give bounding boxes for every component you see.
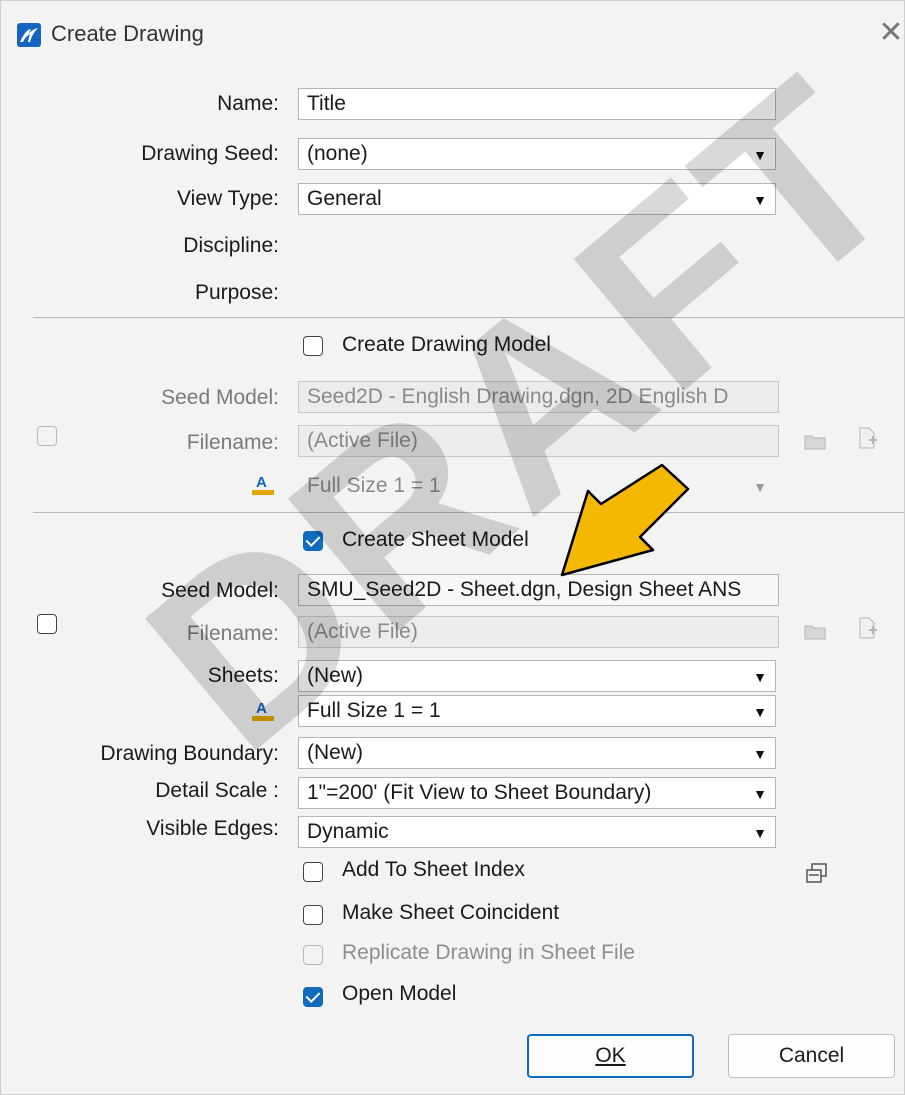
sheet-seed-model-field[interactable]: SMU_Seed2D - Sheet.dgn, Design Sheet ANS	[298, 574, 779, 606]
drawing-scale-value: Full Size 1 = 1	[307, 474, 441, 497]
new-file-icon[interactable]	[854, 615, 880, 641]
section-separator	[33, 317, 904, 318]
chevron-down-icon: ▼	[753, 825, 767, 841]
replicate-drawing-label: Replicate Drawing in Sheet File	[342, 941, 635, 964]
drawing-scale-dropdown[interactable]: Full Size 1 = 1 ▼	[298, 470, 776, 502]
drawing-seed-label: Drawing Seed:	[141, 142, 279, 165]
folder-icon[interactable]	[802, 618, 828, 644]
open-model-label: Open Model	[342, 982, 457, 1005]
drawing-seed-model-label: Seed Model:	[161, 386, 279, 409]
view-type-value: General	[307, 187, 382, 210]
sheets-dropdown[interactable]: (New) ▼	[298, 660, 776, 692]
chevron-down-icon: ▼	[753, 704, 767, 720]
new-file-icon[interactable]	[854, 425, 880, 451]
drawing-seed-dropdown[interactable]: (none) ▼	[298, 138, 776, 170]
window-title: Create Drawing	[51, 21, 204, 46]
open-model-checkbox[interactable]	[303, 987, 323, 1007]
section-separator	[33, 512, 904, 513]
replicate-drawing-checkbox[interactable]	[303, 945, 323, 965]
cancel-button[interactable]: Cancel	[728, 1034, 895, 1078]
view-type-label: View Type:	[177, 187, 279, 210]
chevron-down-icon: ▼	[753, 192, 767, 208]
name-label: Name:	[217, 92, 279, 115]
detail-scale-label: Detail Scale :	[155, 779, 279, 802]
make-sheet-coincident-checkbox[interactable]	[303, 905, 323, 925]
ok-button-label: OK	[595, 1044, 626, 1067]
visible-edges-dropdown[interactable]: Dynamic ▼	[298, 816, 776, 848]
app-logo-icon	[17, 23, 41, 47]
visible-edges-value: Dynamic	[307, 820, 389, 843]
folder-icon[interactable]	[802, 428, 828, 454]
create-drawing-model-label: Create Drawing Model	[342, 333, 551, 356]
drawing-boundary-value: (New)	[307, 741, 363, 764]
drawing-boundary-label: Drawing Boundary:	[100, 742, 279, 765]
visible-edges-label: Visible Edges:	[146, 817, 279, 840]
drawing-boundary-dropdown[interactable]: (New) ▼	[298, 737, 776, 769]
discipline-label: Discipline:	[183, 234, 279, 257]
sheets-label: Sheets:	[207, 664, 279, 687]
sheet-filename-checkbox[interactable]	[37, 614, 57, 634]
drawing-filename-checkbox[interactable]	[37, 426, 57, 446]
sheet-index-icon[interactable]	[804, 861, 830, 887]
chevron-down-icon: ▼	[753, 786, 767, 802]
view-type-dropdown[interactable]: General ▼	[298, 183, 776, 215]
drawing-seed-value: (none)	[307, 142, 368, 165]
add-to-sheet-index-checkbox[interactable]	[303, 862, 323, 882]
chevron-down-icon: ▼	[753, 147, 767, 163]
sheet-scale-value: Full Size 1 = 1	[307, 699, 441, 722]
detail-scale-value: 1"=200' (Fit View to Sheet Boundary)	[307, 781, 652, 804]
add-to-sheet-index-label: Add To Sheet Index	[342, 858, 525, 881]
chevron-down-icon: ▼	[753, 479, 767, 495]
svg-text:A: A	[256, 700, 267, 717]
sheet-scale-dropdown[interactable]: Full Size 1 = 1 ▼	[298, 695, 776, 727]
chevron-down-icon: ▼	[753, 746, 767, 762]
title-bar: Create Drawing ✕	[1, 1, 904, 71]
ok-button[interactable]: OK	[527, 1034, 694, 1078]
detail-scale-dropdown[interactable]: 1"=200' (Fit View to Sheet Boundary) ▼	[298, 777, 776, 809]
svg-text:A: A	[256, 474, 267, 491]
sheet-filename-label: Filename:	[186, 622, 279, 645]
annotation-scale-icon: A	[252, 474, 274, 495]
sheet-seed-model-label: Seed Model:	[161, 579, 279, 602]
annotation-scale-icon: A	[252, 700, 274, 721]
purpose-label: Purpose:	[194, 281, 279, 304]
name-input[interactable]: Title	[298, 88, 776, 120]
make-sheet-coincident-label: Make Sheet Coincident	[342, 901, 560, 924]
drawing-filename-label: Filename:	[186, 431, 279, 454]
create-drawing-dialog: Create Drawing ✕ Name: Title Drawing See…	[0, 0, 905, 1095]
sheet-filename-field[interactable]: (Active File)	[298, 616, 779, 648]
drawing-filename-field[interactable]: (Active File)	[298, 425, 779, 457]
cancel-button-label: Cancel	[778, 1044, 845, 1067]
chevron-down-icon: ▼	[753, 669, 767, 685]
close-icon[interactable]: ✕	[876, 15, 905, 51]
sheets-value: (New)	[307, 664, 363, 687]
drawing-seed-model-field[interactable]: Seed2D - English Drawing.dgn, 2D English…	[298, 381, 779, 413]
create-drawing-model-checkbox[interactable]	[303, 336, 323, 356]
create-sheet-model-checkbox[interactable]	[303, 531, 323, 551]
create-sheet-model-label: Create Sheet Model	[342, 528, 529, 551]
